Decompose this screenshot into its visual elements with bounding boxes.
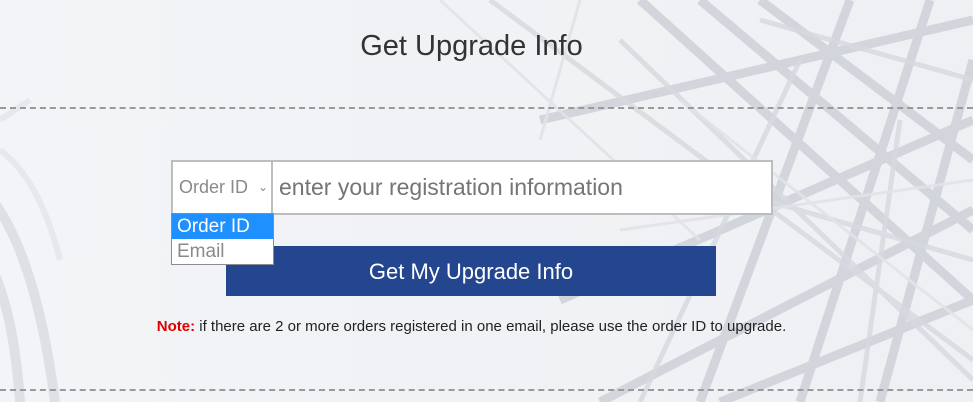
note-label: Note: [156,318,196,335]
bottom-divider [0,389,973,391]
dropdown-option-email[interactable]: Email [172,239,273,264]
type-dropdown-list: Order ID Email [171,213,274,265]
top-divider [0,107,973,109]
search-group: Order ID ⌄ [171,160,773,215]
note-body: if there are 2 or more orders registered… [195,318,787,335]
dropdown-option-order-id[interactable]: Order ID [172,214,273,239]
get-upgrade-info-button[interactable]: Get My Upgrade Info [226,246,716,296]
note-text: Note: if there are 2 or more orders regi… [0,318,943,335]
chevron-down-icon: ⌄ [258,180,269,194]
type-select[interactable]: Order ID ⌄ [173,162,273,213]
type-select-value: Order ID [179,177,249,197]
page-title: Get Upgrade Info [360,30,583,62]
registration-input[interactable] [275,162,771,213]
